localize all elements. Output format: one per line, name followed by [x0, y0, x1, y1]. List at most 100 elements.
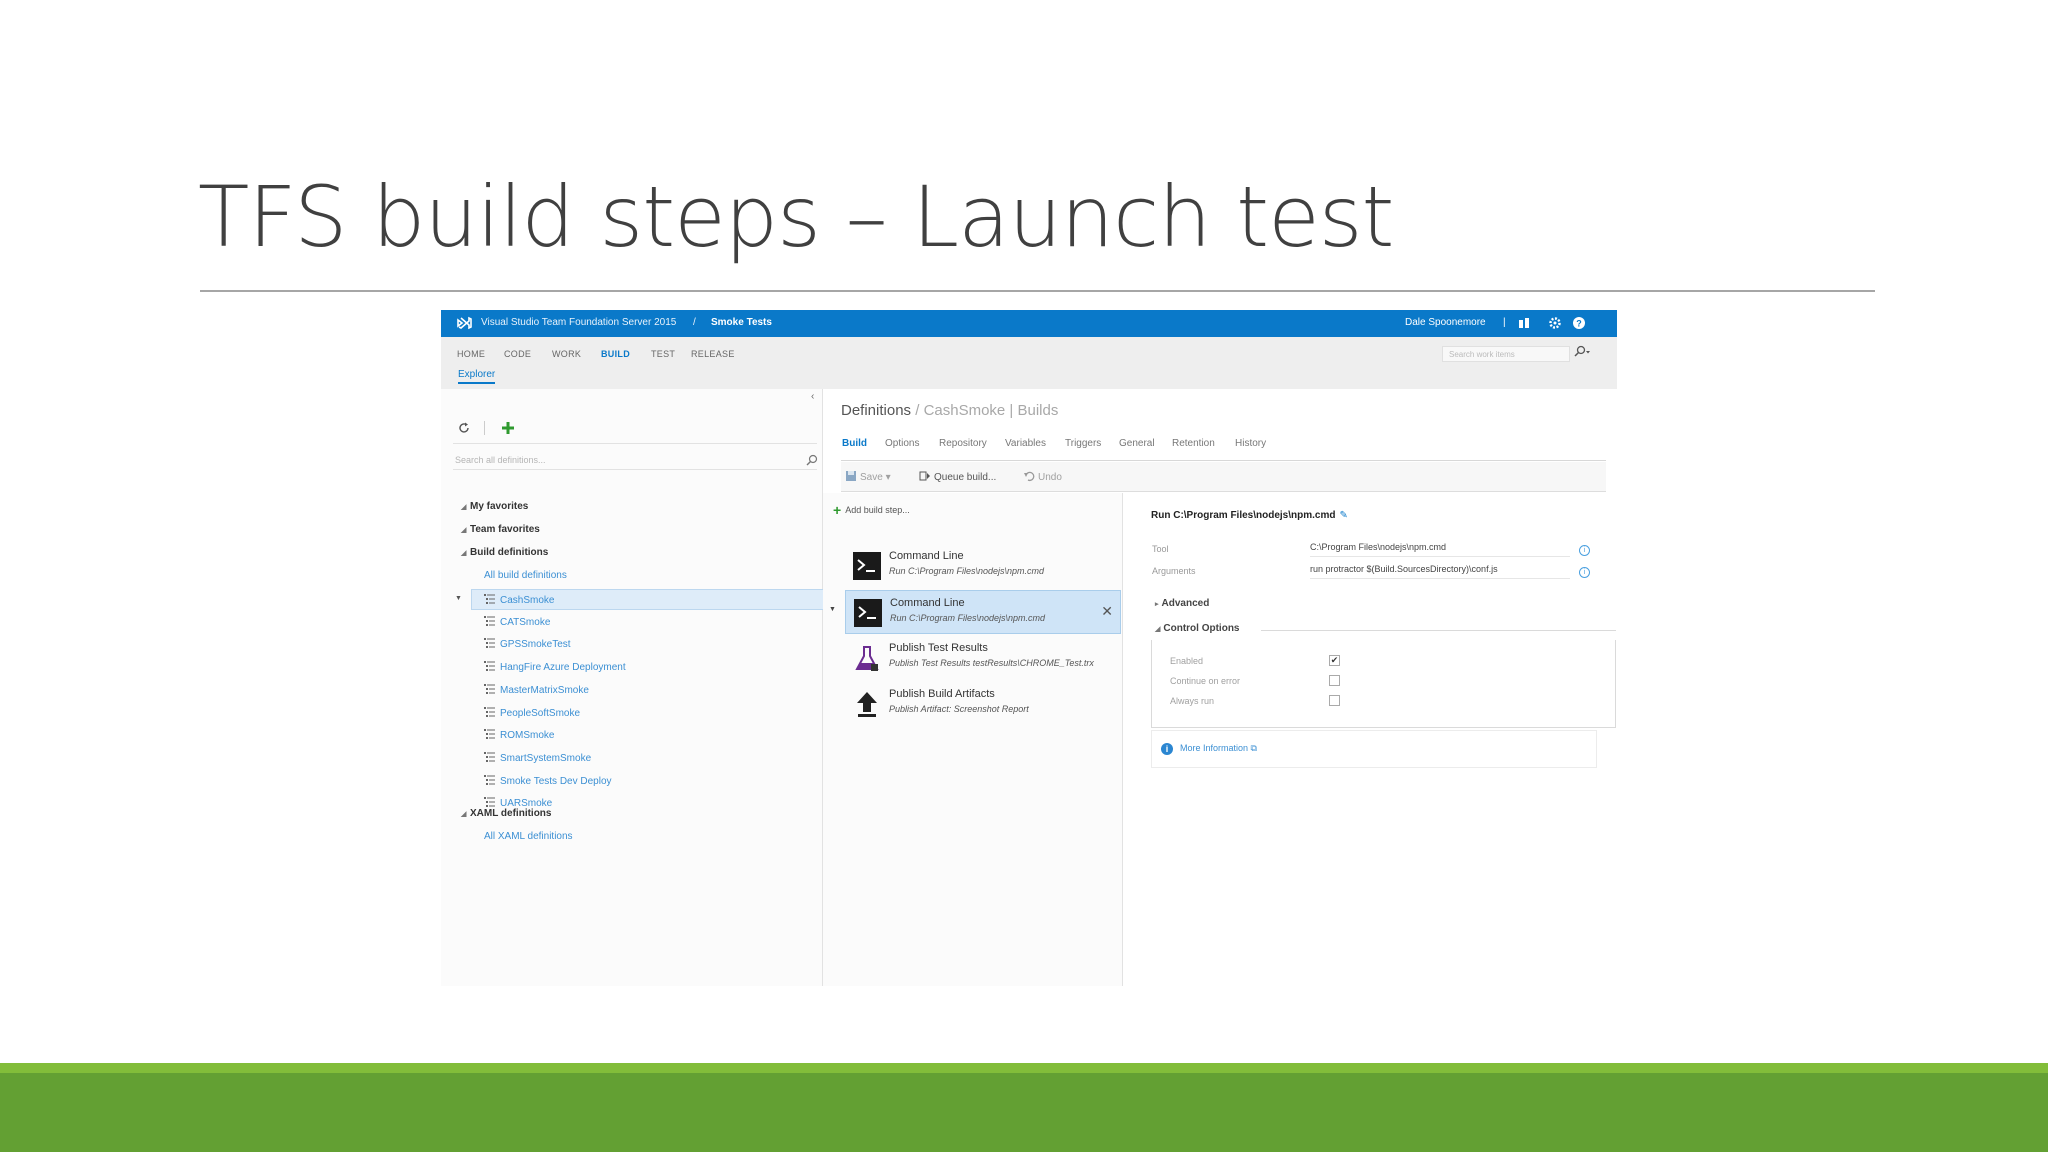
tab-variables[interactable]: Variables [1005, 438, 1046, 449]
definition-label: PeopleSoftSmoke [500, 707, 581, 719]
always-run-checkbox[interactable] [1329, 695, 1340, 706]
work-item-search-input[interactable]: Search work items [1442, 346, 1570, 362]
selected-step-caret-icon: ▼ [829, 606, 836, 613]
tab-build[interactable]: Build [842, 438, 867, 449]
more-information-link[interactable]: More Information ⧉ [1180, 743, 1257, 754]
product-name[interactable]: Visual Studio Team Foundation Server 201… [481, 317, 676, 328]
step-properties-title: Run C:\Program Files\nodejs\npm.cmd ✎ [1151, 510, 1348, 521]
step-subtitle: Publish Artifact: Screenshot Report [889, 704, 1029, 714]
subnav-explorer[interactable]: Explorer [458, 369, 496, 384]
definition-label: HangFire Azure Deployment [500, 662, 626, 674]
step-subtitle: Publish Test Results testResults\CHROME_… [889, 658, 1094, 668]
tree-my-favorites[interactable]: ◢ My favorites [461, 501, 528, 512]
arguments-field[interactable]: run protractor $(Build.SourcesDirectory)… [1310, 562, 1570, 579]
gear-icon[interactable] [1548, 316, 1562, 330]
definition-item[interactable]: CashSmoke [471, 589, 826, 610]
tab-retention[interactable]: Retention [1172, 438, 1215, 449]
enabled-label: Enabled [1170, 656, 1204, 666]
build-steps-panel: + Add build step... ▼ Command Line Run C:\… [823, 493, 1123, 986]
breadcrumb-page[interactable]: Builds [1018, 402, 1059, 419]
toolbar-rule [453, 443, 817, 444]
enabled-checkbox[interactable]: ✔ [1329, 655, 1340, 666]
nav-tab-build[interactable]: BUILD [601, 349, 630, 359]
definition-label: Smoke Tests Dev Deploy [500, 775, 612, 787]
breadcrumb-separator: / [911, 402, 924, 419]
tree-xaml-definitions[interactable]: ◢ XAML definitions [461, 808, 551, 819]
nav-tab-code[interactable]: CODE [504, 349, 531, 359]
tree-label: Build definitions [470, 547, 549, 558]
nav-bar: HOME CODE WORK BUILD TEST RELEASE Explor… [441, 337, 1617, 389]
add-build-step-label: Add build step... [845, 505, 910, 515]
info-icon[interactable]: i [1579, 545, 1590, 556]
definition-label: ROMSmoke [500, 730, 555, 742]
more-information-label: More Information [1180, 743, 1249, 753]
continue-on-error-label: Continue on error [1170, 676, 1241, 686]
build-step-item[interactable]: Command Line Run C:\Program Files\nodejs\… [845, 544, 1121, 588]
nav-tab-work[interactable]: WORK [552, 349, 581, 359]
tool-field[interactable]: C:\Program Files\nodejs\npm.cmd [1310, 540, 1570, 557]
definitions-search-input[interactable]: Search all definitions... [453, 452, 817, 470]
tree-label: My favorites [470, 501, 529, 512]
step-title-text: Run C:\Program Files\nodejs\npm.cmd [1151, 510, 1336, 521]
build-definition-icon [484, 729, 495, 740]
step-subtitle: Run C:\Program Files\nodejs\npm.cmd [890, 613, 1046, 623]
add-definition-icon[interactable] [500, 420, 516, 436]
edit-pencil-icon[interactable]: ✎ [1339, 510, 1347, 521]
collapse-panel-icon[interactable]: ‹ [811, 391, 814, 402]
build-step-item[interactable]: Publish Test Results Publish Test Results… [845, 636, 1121, 680]
definition-item[interactable]: CATSmoke [484, 612, 819, 633]
help-icon[interactable]: ? [1572, 316, 1586, 330]
footer-stripe [0, 1063, 2048, 1073]
tab-general[interactable]: General [1119, 438, 1155, 449]
build-step-item[interactable]: Command Line Run C:\Program Files\nodejs\… [845, 590, 1121, 634]
tree-team-favorites[interactable]: ◢ Team favorites [461, 524, 540, 535]
refresh-icon[interactable] [457, 421, 471, 435]
nav-tab-home[interactable]: HOME [457, 349, 485, 359]
search-icon[interactable] [805, 453, 819, 467]
nav-tab-test[interactable]: TEST [651, 349, 675, 359]
expand-triangle-icon[interactable]: ◢ [461, 503, 470, 511]
queue-build-button[interactable]: Queue build... [919, 470, 996, 483]
toolbar-divider [484, 421, 485, 435]
tab-history[interactable]: History [1235, 438, 1266, 449]
control-options-section-toggle[interactable]: ◢ Control Options [1155, 623, 1240, 634]
queue-build-icon [919, 471, 930, 481]
remove-step-icon[interactable]: ✕ [1101, 603, 1113, 620]
definition-item[interactable]: ROMSmoke [484, 725, 819, 746]
all-build-definitions-link[interactable]: All build definitions [484, 570, 567, 581]
expand-triangle-icon: ▸ [1155, 601, 1159, 608]
build-step-item[interactable]: Publish Build Artifacts Publish Artifact:… [845, 682, 1121, 726]
search-icon[interactable] [1573, 345, 1591, 359]
add-build-step-button[interactable]: + Add build step... [833, 502, 910, 518]
tree-build-definitions[interactable]: ◢ Build definitions [461, 547, 548, 558]
all-xaml-definitions-link[interactable]: All XAML definitions [484, 831, 573, 842]
breadcrumb-root[interactable]: Definitions [841, 402, 911, 419]
user-name[interactable]: Dale Spoonemore [1405, 317, 1486, 328]
tab-repository[interactable]: Repository [939, 438, 987, 449]
undo-button[interactable]: Undo [1023, 470, 1062, 483]
expand-triangle-icon[interactable]: ◢ [461, 526, 470, 534]
save-button[interactable]: Save ▾ [845, 470, 891, 483]
definition-item[interactable]: PeopleSoftSmoke [484, 703, 819, 724]
breadcrumb-definition[interactable]: CashSmoke [924, 402, 1006, 419]
tab-options[interactable]: Options [885, 438, 919, 449]
expand-triangle-icon[interactable]: ◢ [461, 810, 470, 818]
terminal-icon [854, 599, 882, 627]
definition-item[interactable]: SmartSystemSmoke [484, 748, 819, 769]
tree-label: XAML definitions [470, 808, 552, 819]
expand-triangle-icon[interactable]: ◢ [461, 549, 470, 557]
tab-triggers[interactable]: Triggers [1065, 438, 1101, 449]
info-icon[interactable]: i [1579, 567, 1590, 578]
people-icon[interactable] [1517, 316, 1531, 330]
project-name[interactable]: Smoke Tests [711, 317, 772, 328]
nav-tab-release[interactable]: RELEASE [691, 349, 735, 359]
continue-on-error-checkbox[interactable] [1329, 675, 1340, 686]
definition-item[interactable]: Smoke Tests Dev Deploy [484, 771, 819, 792]
slide: TFS build steps – Launch test Visual Stu… [0, 0, 2048, 1152]
title-divider [200, 290, 1875, 292]
definition-item[interactable]: HangFire Azure Deployment [484, 657, 819, 678]
advanced-section-toggle[interactable]: ▸ Advanced [1155, 598, 1209, 609]
definition-item[interactable]: MasterMatrixSmoke [484, 680, 819, 701]
definition-item[interactable]: GPSSmokeTest [484, 634, 819, 655]
breadcrumb-separator: | [1005, 402, 1018, 419]
